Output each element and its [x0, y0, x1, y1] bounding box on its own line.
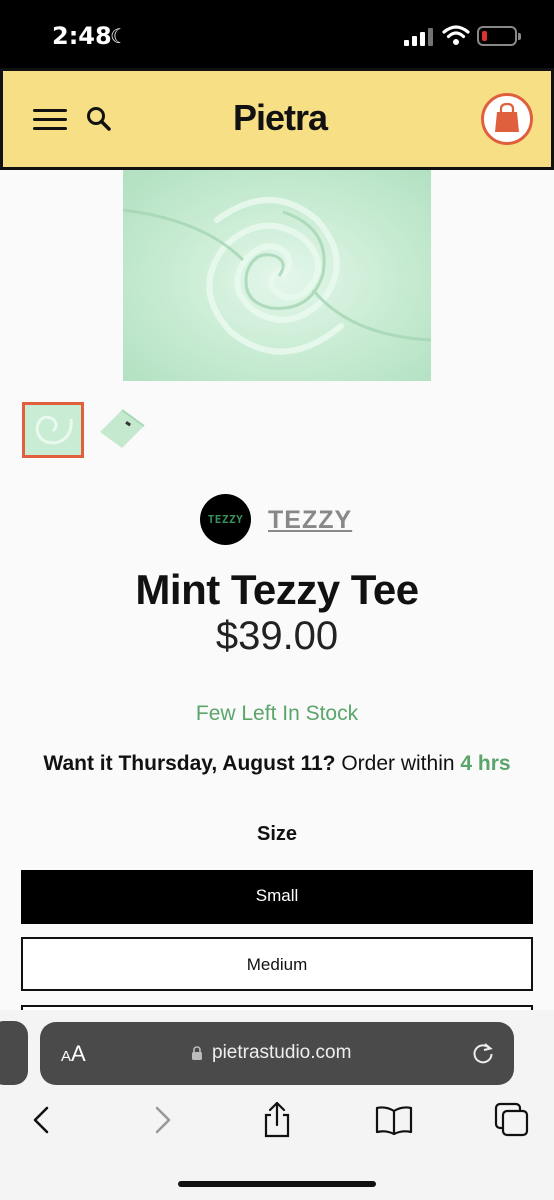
back-icon[interactable]: [22, 1100, 62, 1140]
delivery-order-within: Order within: [335, 752, 461, 775]
size-option-medium[interactable]: Medium: [21, 937, 533, 991]
home-indicator: [178, 1181, 376, 1187]
status-time: 2:48: [52, 22, 112, 50]
product-price: $39.00: [215, 614, 339, 658]
stock-status: Few Left In Stock: [195, 702, 359, 725]
battery-icon: [477, 26, 521, 46]
previous-tab-peek[interactable]: [0, 1021, 28, 1085]
site-header: Pietra: [0, 68, 554, 170]
reader-aa-button[interactable]: AA: [61, 1041, 86, 1067]
share-icon[interactable]: [257, 1100, 297, 1140]
url-text: pietrastudio.com: [212, 1042, 352, 1063]
address-bar[interactable]: AA pietrastudio.com: [40, 1022, 514, 1085]
site-logo[interactable]: Pietra: [3, 97, 554, 139]
bookmarks-icon[interactable]: [374, 1100, 414, 1140]
product-title: Mint Tezzy Tee: [135, 566, 419, 613]
lock-icon: [192, 1046, 202, 1060]
status-bar: 2:48 ☾: [0, 0, 554, 68]
product-main-image[interactable]: [123, 170, 431, 381]
signal-icon: [404, 28, 434, 46]
reload-icon[interactable]: [470, 1040, 496, 1066]
wifi-icon: [442, 25, 470, 45]
size-option-small[interactable]: Small: [21, 870, 533, 924]
tabs-icon[interactable]: [492, 1100, 532, 1140]
cart-button[interactable]: [481, 93, 533, 145]
thumbnail-folded-tee[interactable]: [92, 402, 154, 458]
brand-link[interactable]: TEZZY: [268, 506, 352, 535]
delivery-date: Want it Thursday, August 11?: [43, 752, 336, 775]
brand-avatar[interactable]: TEZZY: [200, 494, 251, 545]
delivery-estimate: Want it Thursday, August 11? Order withi…: [0, 752, 554, 776]
forward-icon[interactable]: [142, 1100, 182, 1140]
thumbnail-fabric[interactable]: [22, 402, 84, 458]
delivery-countdown: 4 hrs: [460, 752, 511, 775]
moon-icon: ☾: [110, 26, 128, 48]
shopping-bag-icon: [495, 102, 519, 132]
size-label: Size: [256, 823, 298, 845]
